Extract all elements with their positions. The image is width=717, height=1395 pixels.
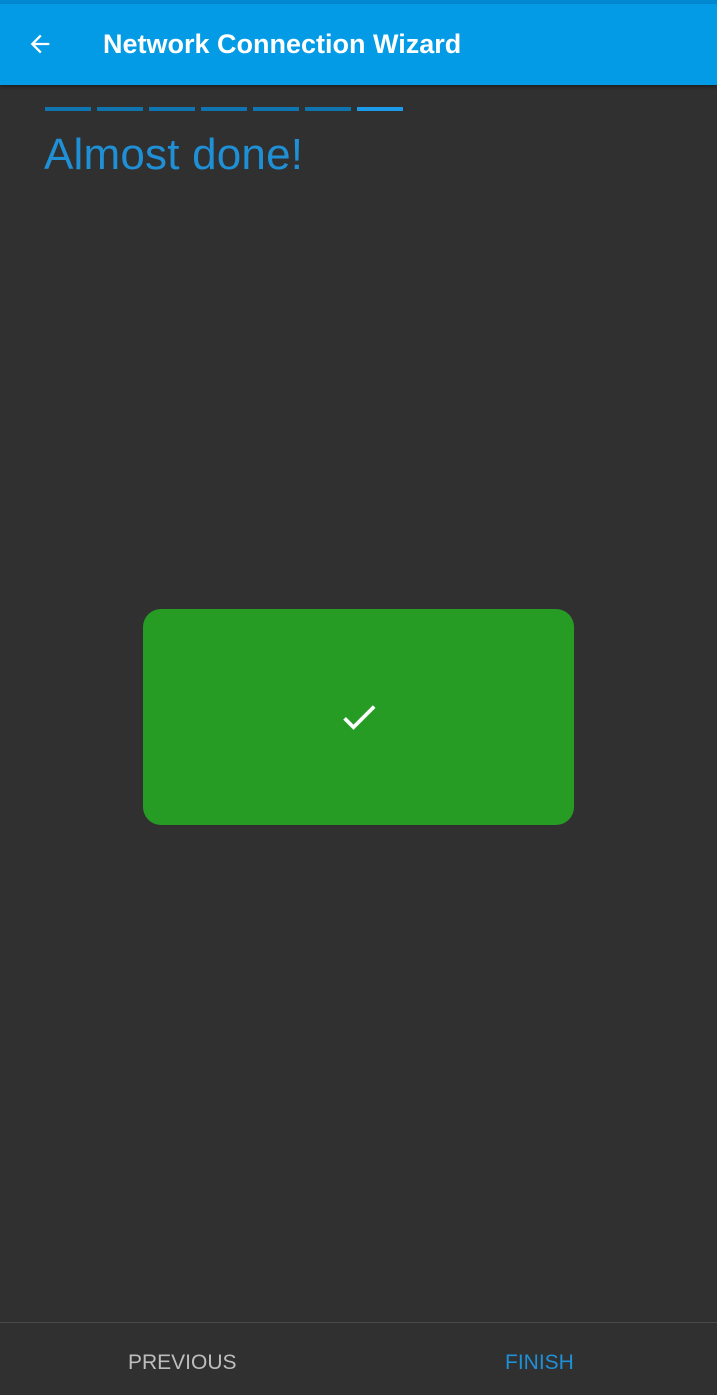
wizard-screen: Network Connection Wizard Almost done! P… <box>0 0 717 1395</box>
app-title: Network Connection Wizard <box>103 29 462 59</box>
wizard-navigation-bar: PREVIOUS FINISH <box>0 1322 717 1395</box>
progress-segment <box>305 107 351 111</box>
previous-button[interactable]: PREVIOUS <box>128 1323 237 1395</box>
progress-segment <box>253 107 299 111</box>
step-progress-indicator <box>45 107 403 111</box>
progress-segment <box>45 107 91 111</box>
arrow-left-icon <box>30 34 50 54</box>
step-title: Almost done! <box>44 130 304 179</box>
progress-segment <box>201 107 247 111</box>
checkmark-icon <box>342 705 375 730</box>
success-card <box>143 609 574 825</box>
finish-button[interactable]: FINISH <box>505 1323 574 1395</box>
progress-segment <box>97 107 143 111</box>
progress-segment-current <box>357 107 403 111</box>
progress-segment <box>149 107 195 111</box>
app-bar: Network Connection Wizard <box>0 4 717 85</box>
back-button[interactable] <box>14 18 66 70</box>
